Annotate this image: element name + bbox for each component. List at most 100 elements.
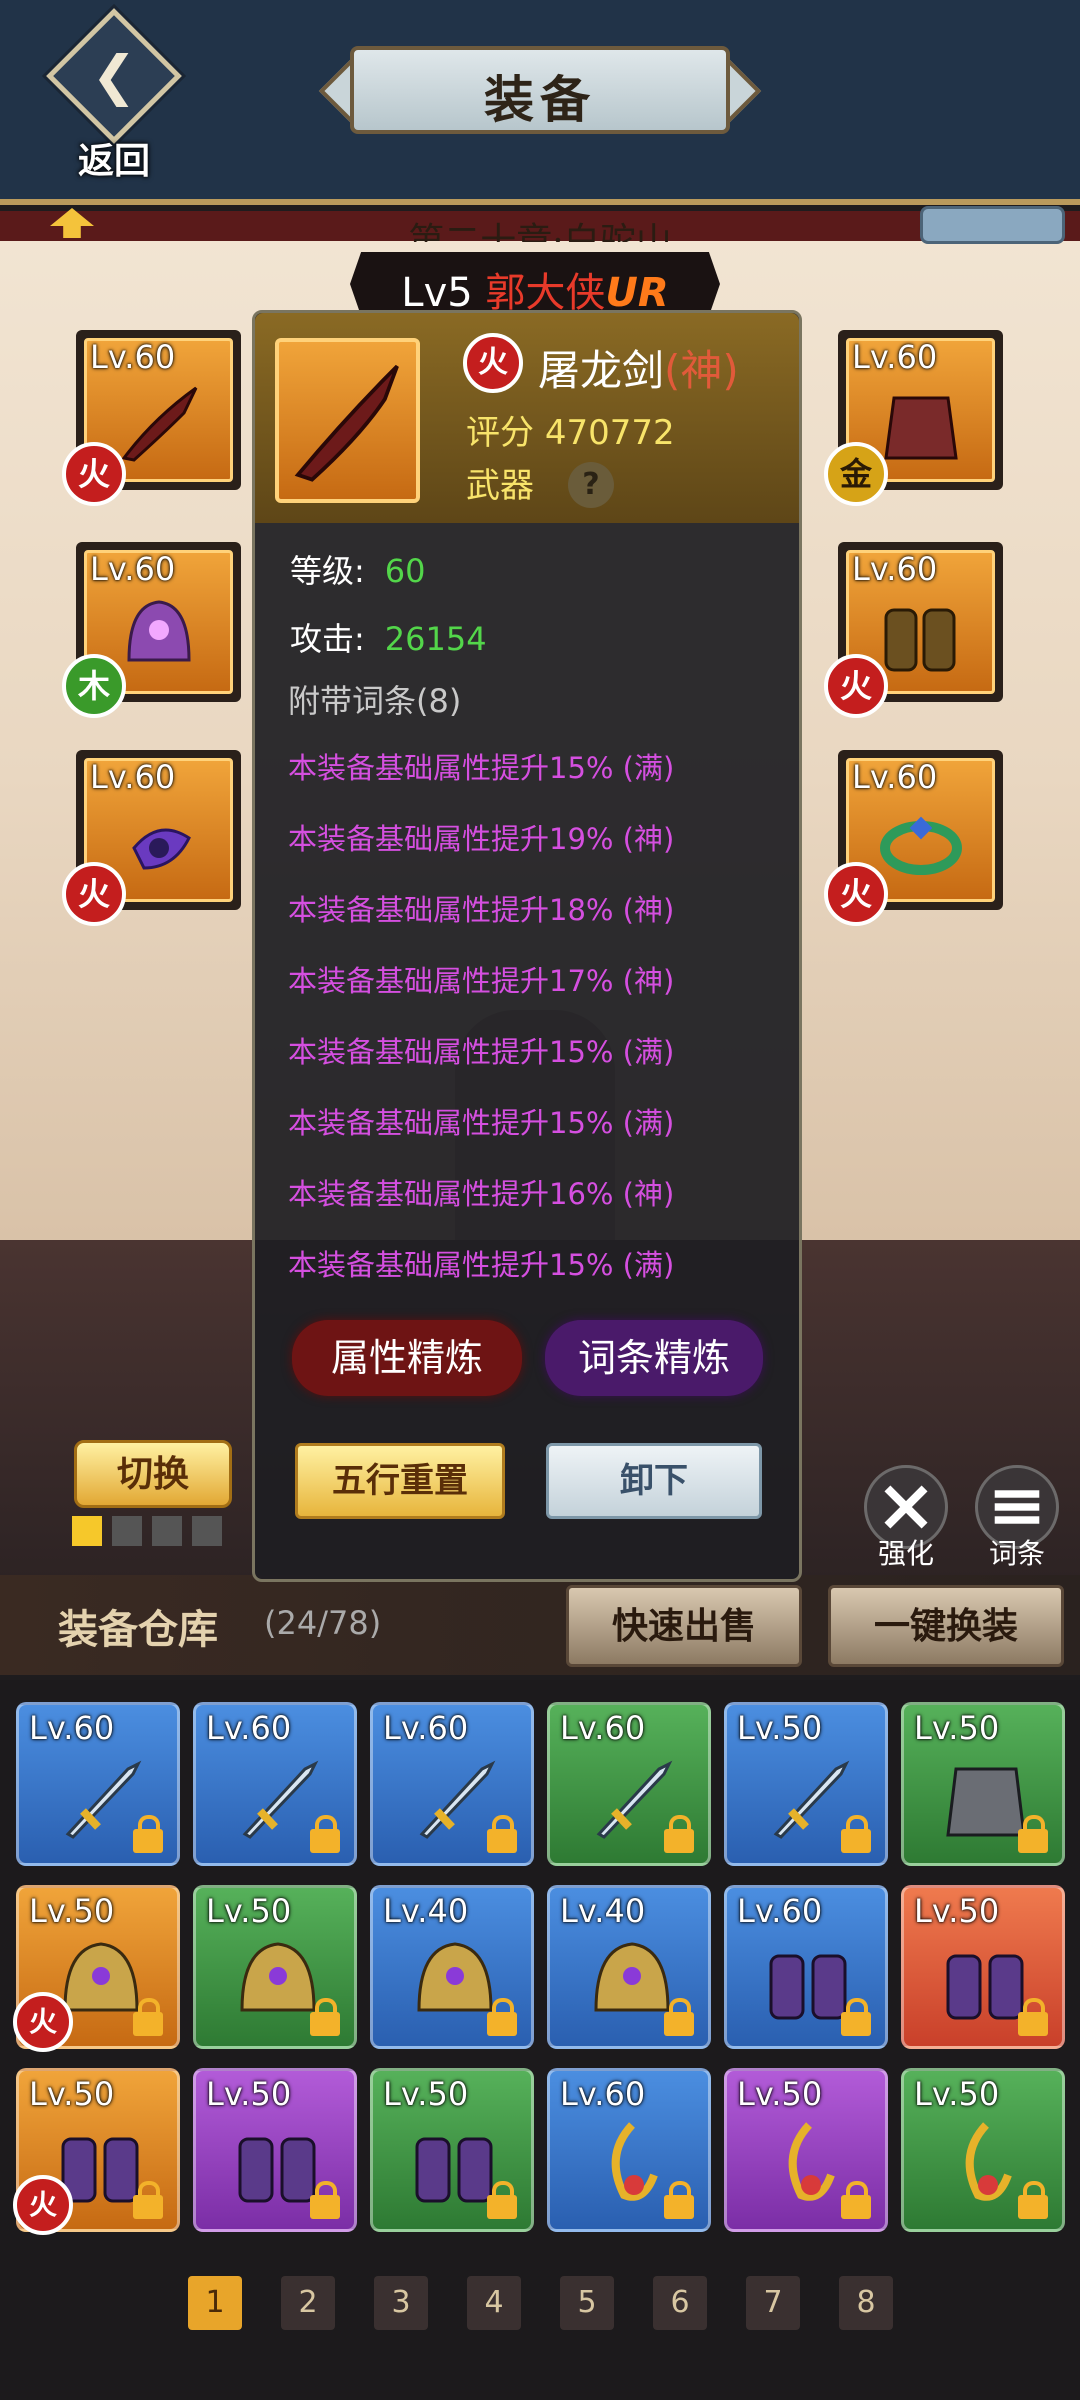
- item-level: Lv.50: [206, 2075, 292, 2113]
- dragon-sword-icon: [121, 386, 198, 462]
- slot-level: Lv.60: [90, 338, 176, 376]
- item-type: 武器: [466, 466, 534, 506]
- inventory-item[interactable]: Lv.40: [370, 1885, 534, 2049]
- lock-icon[interactable]: [841, 1815, 871, 1853]
- page-title: 装备: [484, 70, 596, 129]
- lock-icon[interactable]: [664, 2181, 694, 2219]
- element-wood-icon: 木: [62, 654, 126, 718]
- attack-label: 攻击:: [290, 620, 365, 658]
- lock-icon[interactable]: [310, 1815, 340, 1853]
- inventory-item[interactable]: Lv.60: [547, 1702, 711, 1866]
- boots-icon: [884, 608, 956, 672]
- quick-sell-button[interactable]: 快速出售: [566, 1585, 802, 1667]
- equip-slot-amulet[interactable]: Lv.60 火: [62, 750, 241, 926]
- lock-icon[interactable]: [310, 2181, 340, 2219]
- item-level: Lv.50: [29, 1892, 115, 1930]
- item-icon-frame: [275, 338, 420, 503]
- page-button-2[interactable]: 2: [281, 2276, 335, 2330]
- lock-icon[interactable]: [133, 1815, 163, 1853]
- level-row: 等级: 60: [290, 546, 426, 592]
- lock-icon[interactable]: [1018, 1998, 1048, 2036]
- inventory-item[interactable]: Lv.60: [193, 1702, 357, 1866]
- item-name-text: 屠龙剑: [538, 346, 665, 395]
- item-level: Lv.50: [914, 1709, 1000, 1747]
- preset-indicator-4[interactable]: [192, 1516, 222, 1546]
- inventory-item[interactable]: Lv.50: [193, 2068, 357, 2232]
- inventory-item[interactable]: Lv.50: [370, 2068, 534, 2232]
- five-element-reset-button[interactable]: 五行重置: [295, 1443, 505, 1519]
- menu-icon[interactable]: [920, 206, 1065, 244]
- back-button[interactable]: ❮ 返回: [44, 8, 184, 182]
- lock-icon[interactable]: [841, 1998, 871, 2036]
- slot-level: Lv.60: [90, 758, 176, 796]
- page-button-1[interactable]: 1: [188, 2276, 242, 2330]
- preset-indicator-3[interactable]: [152, 1516, 182, 1546]
- inventory-item[interactable]: Lv.60: [547, 2068, 711, 2232]
- lock-icon[interactable]: [664, 1815, 694, 1853]
- equip-slot-armor[interactable]: Lv.60 金: [824, 330, 1003, 506]
- affix-row: 本装备基础属性提升17% (神): [288, 964, 675, 998]
- inventory-item[interactable]: Lv.50: [724, 1702, 888, 1866]
- equip-slot-ring[interactable]: Lv.60 火: [824, 750, 1003, 926]
- lock-icon[interactable]: [487, 2181, 517, 2219]
- ring-icon: [880, 816, 962, 875]
- lock-icon[interactable]: [487, 1998, 517, 2036]
- hero-banner: Lv5 郭大侠UR: [350, 252, 720, 316]
- lock-icon[interactable]: [664, 1998, 694, 2036]
- one-click-equip-button[interactable]: 一键换装: [828, 1585, 1064, 1667]
- equip-slot-boots[interactable]: Lv.60 火: [824, 542, 1003, 718]
- switch-button[interactable]: 切换: [74, 1440, 232, 1508]
- slot-level: Lv.60: [852, 338, 938, 376]
- slot-level: Lv.60: [852, 758, 938, 796]
- preset-indicator-1[interactable]: [72, 1516, 102, 1546]
- page-button-6[interactable]: 6: [653, 2276, 707, 2330]
- affix-label: 词条: [988, 1537, 1045, 1570]
- lock-icon[interactable]: [1018, 1815, 1048, 1853]
- lock-icon[interactable]: [841, 2181, 871, 2219]
- inventory-item[interactable]: Lv.50: [724, 2068, 888, 2232]
- item-level: Lv.60: [206, 1709, 292, 1747]
- slot-level: Lv.60: [852, 550, 938, 588]
- preset-indicator-2[interactable]: [112, 1516, 142, 1546]
- item-name: 屠龙剑(神): [538, 337, 739, 398]
- back-label: 返回: [77, 140, 150, 182]
- inventory-item[interactable]: Lv.40: [547, 1885, 711, 2049]
- page-button-8[interactable]: 8: [839, 2276, 893, 2330]
- inventory-item[interactable]: Lv.60: [16, 1702, 180, 1866]
- item-level: Lv.60: [383, 1709, 469, 1747]
- lock-icon[interactable]: [133, 2181, 163, 2219]
- lock-icon[interactable]: [487, 1815, 517, 1853]
- inventory-item[interactable]: Lv.60: [724, 1885, 888, 2049]
- lock-icon[interactable]: [1018, 2181, 1048, 2219]
- equip-slot-weapon[interactable]: Lv.60 火: [62, 330, 241, 506]
- page-button-4[interactable]: 4: [467, 2276, 521, 2330]
- lock-icon[interactable]: [133, 1998, 163, 2036]
- page-button-5[interactable]: 5: [560, 2276, 614, 2330]
- inventory-item[interactable]: Lv.50 火: [13, 2068, 180, 2235]
- affix-row: 本装备基础属性提升15% (满): [288, 1106, 675, 1140]
- page-button-3[interactable]: 3: [374, 2276, 428, 2330]
- inventory-item[interactable]: Lv.50: [901, 1885, 1065, 2049]
- affix-row: 本装备基础属性提升16% (神): [288, 1177, 675, 1211]
- attribute-refine-button[interactable]: 属性精炼: [292, 1320, 522, 1396]
- inventory-item[interactable]: Lv.50: [901, 1702, 1065, 1866]
- inventory-item[interactable]: Lv.50 火: [13, 1885, 180, 2052]
- item-level: Lv.60: [560, 1709, 646, 1747]
- equip-slot-helmet[interactable]: Lv.60 木: [62, 542, 241, 718]
- inventory-item[interactable]: Lv.60: [370, 1702, 534, 1866]
- item-level: Lv.50: [914, 1892, 1000, 1930]
- inventory-item[interactable]: Lv.50: [901, 2068, 1065, 2232]
- strengthen-label: 强化: [877, 1537, 934, 1570]
- warehouse-title: 装备仓库: [58, 1606, 218, 1653]
- element-fire-icon: 火: [463, 333, 523, 393]
- item-level: Lv.50: [383, 2075, 469, 2113]
- chapter-title: 第二十章·白驼山: [408, 221, 672, 242]
- lock-icon[interactable]: [310, 1998, 340, 2036]
- affix-refine-button[interactable]: 词条精炼: [545, 1320, 763, 1396]
- help-icon[interactable]: ?: [568, 462, 614, 508]
- inventory-item[interactable]: Lv.50: [193, 1885, 357, 2049]
- level-label: 等级:: [290, 552, 365, 590]
- level-value: 60: [384, 552, 426, 590]
- unequip-button[interactable]: 卸下: [546, 1443, 762, 1519]
- page-button-7[interactable]: 7: [746, 2276, 800, 2330]
